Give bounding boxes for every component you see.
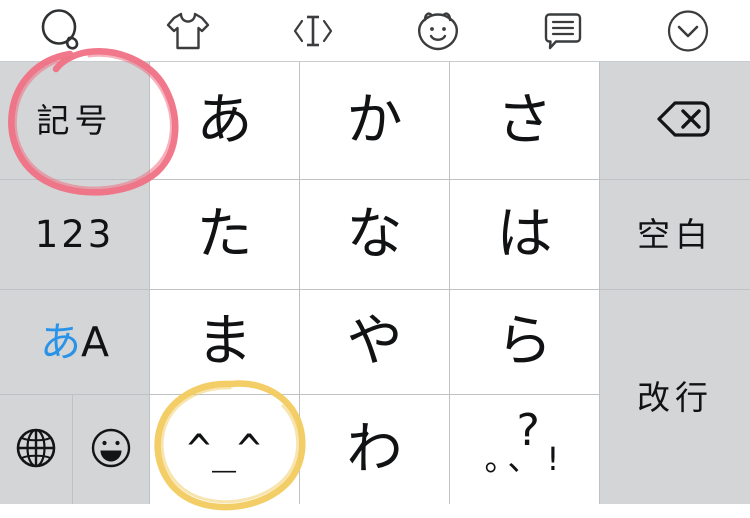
return-key-label: 改行 (637, 377, 713, 417)
toolbar-theme-button[interactable] (125, 0, 250, 62)
key-ka-label: か (346, 87, 403, 153)
space-key[interactable]: 空白 (600, 180, 750, 290)
key-ha[interactable]: は (450, 180, 600, 290)
input-mode-key[interactable]: あA (0, 290, 150, 395)
keyboard-grid: 記号 あ か さ 123 た な は 空白 あA ま や ら 改行 ^_^ わ … (0, 62, 750, 504)
key-ta[interactable]: た (150, 180, 300, 290)
input-mode-key-label: あA (40, 321, 109, 363)
punctuation-key[interactable]: ? 。、! (450, 395, 600, 504)
key-sa[interactable]: さ (450, 62, 600, 180)
keyboard-toolbar (0, 0, 750, 62)
key-ya-label: や (346, 309, 403, 374)
key-na-label: な (346, 201, 403, 267)
toolbar-phrases-button[interactable] (500, 0, 625, 62)
key-ha-label: は (496, 201, 553, 267)
key-wa[interactable]: わ (300, 395, 450, 504)
key-wa-label: わ (346, 416, 403, 482)
key-ka[interactable]: か (300, 62, 450, 180)
input-mode-latin-label: A (80, 317, 110, 366)
emoji-key[interactable] (73, 395, 150, 504)
punctuation-secondary-label: 。、! (484, 439, 567, 478)
tshirt-icon (164, 8, 212, 54)
numbers-key[interactable]: 123 (0, 180, 150, 290)
bear-face-icon (412, 8, 464, 54)
key-na[interactable]: な (300, 180, 450, 290)
key-sa-label: さ (496, 87, 553, 153)
toolbar-search-button[interactable] (0, 0, 125, 62)
backspace-icon (635, 92, 715, 150)
space-key-label: 空白 (637, 215, 713, 254)
key-ya[interactable]: や (300, 290, 450, 395)
backspace-key[interactable] (600, 62, 750, 180)
symbols-key[interactable]: 記号 (0, 62, 150, 180)
globe-key[interactable] (0, 395, 73, 504)
numbers-key-label: 123 (34, 213, 115, 256)
key-ra-label: ら (496, 309, 553, 374)
key-ma-label: ま (196, 309, 253, 374)
key-ra[interactable]: ら (450, 290, 600, 395)
key-ma[interactable]: ま (150, 290, 300, 395)
chevron-down-circle-icon (663, 7, 713, 55)
key-a-label: あ (196, 87, 253, 153)
kaomoji-key-label: ^_^ (186, 426, 263, 473)
cursor-move-icon (285, 9, 341, 53)
globe-icon (13, 425, 59, 475)
return-key[interactable]: 改行 (600, 290, 750, 504)
kaomoji-key[interactable]: ^_^ (150, 395, 300, 504)
search-icon (37, 7, 89, 55)
toolbar-kaomoji-button[interactable] (375, 0, 500, 62)
key-ta-label: た (196, 201, 253, 267)
speech-bubble-icon (539, 8, 587, 54)
toolbar-cursor-move-button[interactable] (250, 0, 375, 62)
symbols-key-label: 記号 (36, 101, 113, 140)
punctuation-key-label: ? 。、! (469, 408, 581, 487)
key-a[interactable]: あ (150, 62, 300, 180)
input-mode-kana-label: あ (39, 317, 81, 366)
smiley-face-icon (88, 425, 134, 475)
toolbar-hide-keyboard-button[interactable] (625, 0, 750, 62)
